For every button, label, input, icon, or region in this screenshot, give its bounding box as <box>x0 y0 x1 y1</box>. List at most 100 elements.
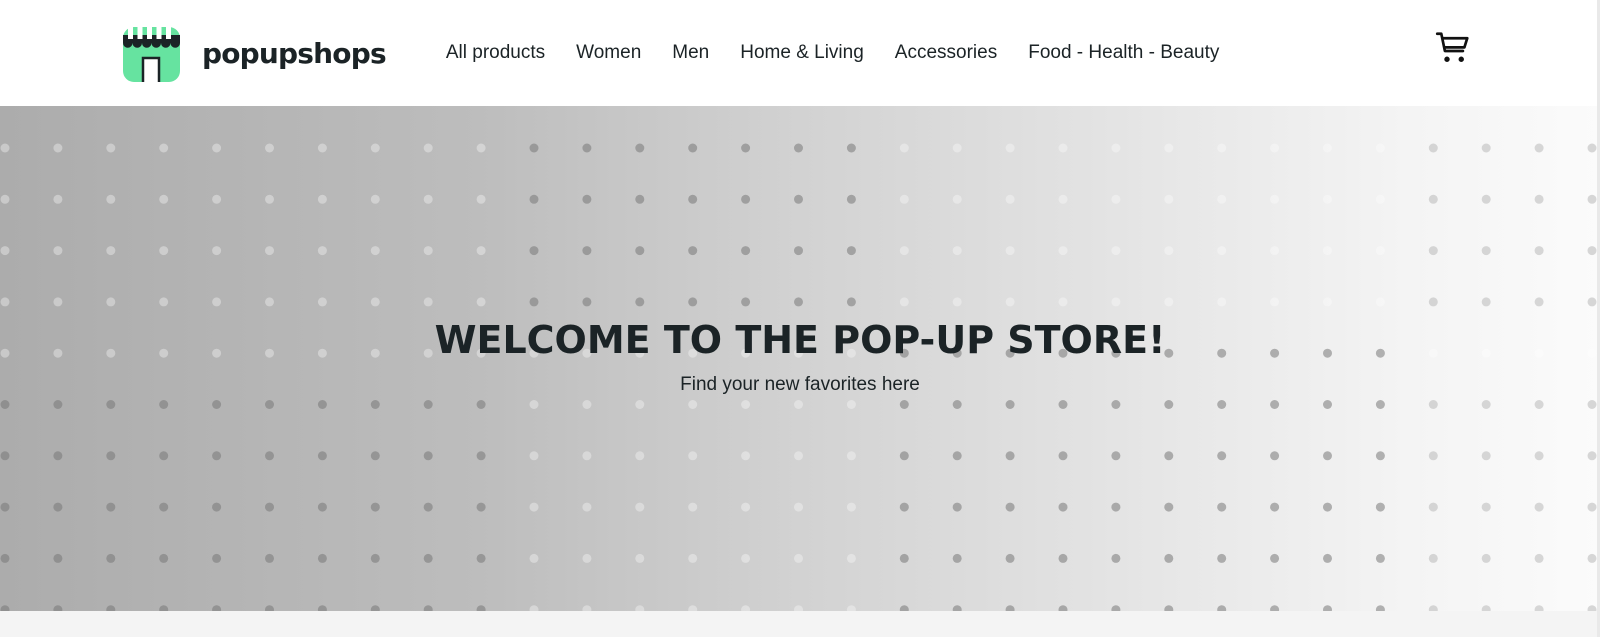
pattern-dot <box>212 143 222 153</box>
pattern-dot <box>846 400 856 409</box>
pattern-dot <box>1111 143 1121 153</box>
pattern-dot <box>1058 451 1068 461</box>
pattern-dot <box>423 451 433 461</box>
pattern-dot <box>1323 451 1332 461</box>
pattern-dot <box>1217 297 1227 307</box>
pattern-dot <box>212 297 222 307</box>
pattern-dot <box>1164 194 1174 204</box>
pattern-dot <box>423 194 433 204</box>
pattern-dot <box>1587 194 1597 204</box>
pattern-dot <box>317 451 327 461</box>
pattern-dot <box>370 297 380 307</box>
pattern-dot <box>846 297 856 307</box>
pattern-dot <box>529 553 539 563</box>
nav-item-women[interactable]: Women <box>576 42 641 64</box>
pattern-dot <box>1481 553 1491 563</box>
pattern-dot <box>370 194 380 204</box>
pattern-dot <box>1270 246 1280 256</box>
pattern-dot <box>1164 502 1174 512</box>
pattern-dot <box>317 246 327 256</box>
pattern-dot <box>1481 246 1491 256</box>
pattern-dot <box>741 194 751 204</box>
pattern-dot <box>846 553 856 563</box>
pattern-dot <box>370 553 380 563</box>
pattern-dot <box>741 297 751 307</box>
pattern-dot <box>1534 246 1544 256</box>
pattern-dot <box>1323 194 1332 204</box>
nav-item-food-health-beauty[interactable]: Food - Health - Beauty <box>1028 42 1219 64</box>
pattern-dot <box>1481 400 1491 409</box>
pattern-dot <box>1111 297 1121 307</box>
pattern-dot <box>106 502 116 512</box>
pattern-dot <box>1375 246 1385 256</box>
pattern-dot <box>423 502 433 512</box>
pattern-dot <box>317 502 327 512</box>
nav-item-accessories[interactable]: Accessories <box>895 42 997 64</box>
pattern-dot <box>529 246 539 256</box>
pattern-dot <box>159 451 169 461</box>
nav-item-men[interactable]: Men <box>672 42 709 64</box>
pattern-dot <box>1164 246 1174 256</box>
pattern-dot <box>1534 553 1544 563</box>
pattern-dot <box>582 502 592 512</box>
pattern-dot <box>476 502 486 512</box>
pattern-dot <box>212 502 222 512</box>
pattern-dot <box>476 400 486 409</box>
pattern-dot <box>846 451 856 461</box>
pattern-dot <box>265 553 274 563</box>
nav-item-home-living[interactable]: Home & Living <box>740 42 864 64</box>
pattern-dot <box>370 451 380 461</box>
pattern-dot <box>1270 451 1280 461</box>
pattern-dot <box>1587 246 1597 256</box>
pattern-dot <box>529 400 539 409</box>
pattern-dot <box>741 400 751 409</box>
storefront-logo-icon <box>123 24 180 82</box>
nav-item-all-products[interactable]: All products <box>446 42 545 64</box>
pattern-dot <box>1481 194 1491 204</box>
pattern-dot <box>423 553 433 563</box>
pattern-dot <box>952 143 962 153</box>
pattern-dot <box>1428 553 1438 563</box>
pattern-dot <box>53 246 63 256</box>
pattern-dot <box>1534 502 1544 512</box>
pattern-dot <box>688 400 698 409</box>
pattern-dot <box>582 553 592 563</box>
pattern-dot <box>582 451 592 461</box>
pattern-dot <box>529 194 539 204</box>
shopping-cart-icon <box>1435 32 1469 62</box>
pattern-dot <box>106 297 116 307</box>
pattern-dot <box>1005 451 1015 461</box>
pattern-dot <box>1111 194 1121 204</box>
pattern-dot <box>1111 246 1121 256</box>
pattern-dot <box>1217 502 1227 512</box>
pattern-dot <box>1375 502 1385 512</box>
pattern-dot <box>423 246 433 256</box>
pattern-dot <box>265 194 274 204</box>
pattern-dot <box>794 143 803 153</box>
pattern-dot <box>688 502 698 512</box>
pattern-dot <box>846 194 856 204</box>
pattern-dot <box>741 143 751 153</box>
pattern-dot <box>212 400 222 409</box>
pattern-dot <box>688 451 698 461</box>
pattern-dot <box>1164 143 1174 153</box>
logo-link[interactable]: popupshops <box>123 24 387 82</box>
pattern-dot <box>1005 143 1015 153</box>
pattern-dot <box>1587 451 1597 461</box>
pattern-dot <box>1111 451 1121 461</box>
pattern-dot <box>53 553 63 563</box>
pattern-dot <box>635 297 645 307</box>
pattern-dot <box>1428 451 1438 461</box>
pattern-dot <box>159 194 169 204</box>
pattern-dot <box>1058 400 1068 409</box>
pattern-dot <box>1375 451 1385 461</box>
pattern-dot <box>582 246 592 256</box>
pattern-dot <box>1534 297 1544 307</box>
pattern-dot <box>1270 553 1280 563</box>
pattern-dot <box>106 451 116 461</box>
pattern-dot <box>1005 246 1015 256</box>
cart-button[interactable] <box>1435 30 1471 66</box>
main-nav: All products Women Men Home & Living Acc… <box>446 42 1220 64</box>
pattern-dot <box>1217 194 1227 204</box>
pattern-dot <box>423 400 433 409</box>
